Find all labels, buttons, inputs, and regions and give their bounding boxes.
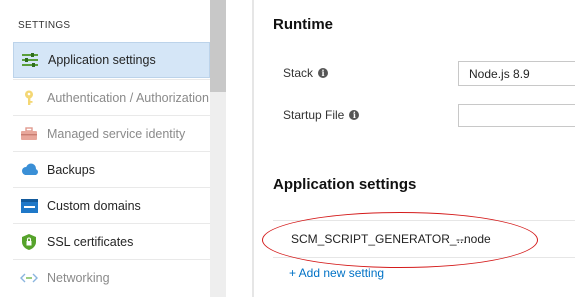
list-settings-icon xyxy=(20,50,40,70)
sidebar-item-ssl-certificates[interactable]: SSL certificates xyxy=(13,223,210,259)
sidebar-item-label: Authentication / Authorization xyxy=(47,90,209,105)
sidebar-item-managed-service-identity[interactable]: Managed service identity xyxy=(13,115,210,151)
runtime-section-title: Runtime xyxy=(273,16,333,33)
info-icon[interactable]: i xyxy=(318,68,329,78)
stack-label: Stack i xyxy=(283,66,329,80)
cloud-icon xyxy=(19,160,39,180)
stack-label-text: Stack xyxy=(283,66,314,80)
settings-nav-list: SETTINGS Application settings Authentica… xyxy=(0,0,210,297)
stack-select[interactable]: Node.js 8.9 xyxy=(458,61,575,86)
panel-divider xyxy=(252,0,254,297)
app-settings-section-title: Application settings xyxy=(273,176,417,193)
sidebar-item-custom-domains[interactable]: Custom domains xyxy=(13,187,210,223)
annotation-ellipse xyxy=(262,212,538,268)
sidebar-item-label: Custom domains xyxy=(47,198,141,213)
info-icon[interactable]: i xyxy=(349,110,360,120)
startup-file-input[interactable] xyxy=(458,104,575,127)
sidebar-item-networking[interactable]: Networking xyxy=(13,259,210,295)
key-icon xyxy=(19,88,39,108)
networking-icon xyxy=(19,268,39,288)
briefcase-icon xyxy=(19,124,39,144)
startup-file-label: Startup File i xyxy=(283,108,360,122)
sidebar-item-label: Managed service identity xyxy=(47,126,186,141)
settings-nav: SETTINGS Application settings Authentica… xyxy=(0,0,226,297)
sidebar-item-label: Application settings xyxy=(48,53,156,67)
www-icon xyxy=(19,196,39,216)
sidebar-item-backups[interactable]: Backups xyxy=(13,151,210,187)
sidebar-item-label: Networking xyxy=(47,270,110,285)
sidebar-item-application-settings[interactable]: Application settings xyxy=(13,42,210,78)
shield-icon xyxy=(19,232,39,252)
sidebar-item-label: Backups xyxy=(47,162,95,177)
nav-scrollbar-thumb[interactable] xyxy=(210,0,226,92)
startup-file-label-text: Startup File xyxy=(283,108,345,122)
sidebar-item-label: SSL certificates xyxy=(47,234,134,249)
add-new-setting-link[interactable]: + Add new setting xyxy=(289,266,384,280)
section-header-settings: SETTINGS xyxy=(18,20,71,31)
sidebar-item-authentication[interactable]: Authentication / Authorization xyxy=(13,79,210,115)
